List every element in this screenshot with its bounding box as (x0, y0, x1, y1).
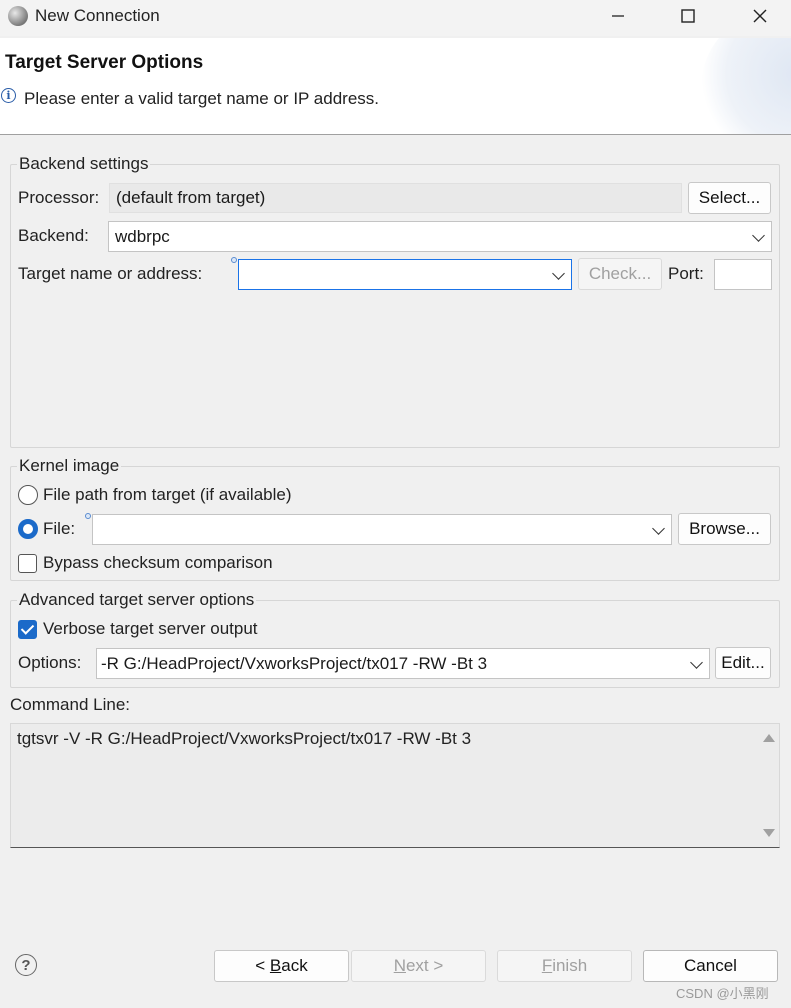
chevron-down-icon (552, 266, 565, 280)
maximize-icon (681, 9, 695, 23)
options-value: -R G:/HeadProject/VxworksProject/tx017 -… (101, 653, 488, 673)
page-title: Target Server Options (5, 52, 204, 73)
next-button-mnemonic: N (393, 956, 406, 975)
verbose-output-checkbox[interactable] (18, 620, 37, 639)
edit-options-button[interactable]: Edit... (715, 647, 771, 679)
port-label: Port: (668, 264, 704, 283)
advanced-options-legend: Advanced target server options (17, 590, 257, 610)
status-message: Please enter a valid target name or IP a… (24, 89, 379, 108)
scroll-down-icon[interactable] (763, 829, 775, 837)
port-input[interactable] (714, 259, 772, 290)
scroll-up-icon[interactable] (763, 734, 775, 742)
check-button[interactable]: Check... (578, 258, 662, 290)
back-button-mnemonic: B (269, 956, 282, 975)
next-button-label: ext > (405, 956, 444, 975)
finish-button[interactable]: Finish (497, 950, 632, 982)
minimize-button[interactable] (595, 0, 641, 32)
radio-file-label[interactable]: File: (43, 519, 75, 539)
finish-button-label: inish (552, 956, 588, 975)
command-line-scrollbar[interactable] (759, 724, 779, 847)
command-line-textarea[interactable]: tgtsvr -V -R G:/HeadProject/VxworksProje… (10, 723, 780, 848)
close-button[interactable] (737, 0, 783, 32)
browse-button[interactable]: Browse... (678, 513, 771, 545)
back-button-label: ack (281, 956, 308, 975)
info-icon: i (1, 88, 16, 103)
backend-settings-legend: Backend settings (17, 154, 151, 174)
finish-button-mnemonic: F (541, 956, 553, 975)
chevron-down-icon (690, 655, 703, 669)
radio-file-path-from-target-label[interactable]: File path from target (if available) (43, 485, 292, 505)
chevron-down-icon (652, 521, 665, 535)
chevron-down-icon (752, 228, 765, 242)
processor-field: (default from target) (109, 183, 682, 213)
radio-file[interactable] (18, 519, 38, 539)
select-processor-button[interactable]: Select... (688, 182, 771, 214)
next-button[interactable]: Next > (351, 950, 486, 982)
kernel-file-input[interactable] (92, 514, 672, 545)
backend-label: Backend: (18, 226, 89, 245)
target-address-label: Target name or address: (18, 264, 203, 283)
back-button-prefix: < (255, 956, 270, 975)
bypass-checksum-label[interactable]: Bypass checksum comparison (43, 553, 273, 573)
field-info-icon (85, 513, 91, 519)
backend-value: wdbrpc (115, 226, 170, 246)
bypass-checksum-checkbox[interactable] (18, 554, 37, 573)
backend-select[interactable]: wdbrpc (108, 221, 772, 252)
options-label: Options: (18, 653, 82, 672)
maximize-button[interactable] (665, 0, 711, 32)
back-button[interactable]: < Back (214, 950, 349, 982)
radio-file-path-from-target[interactable] (18, 485, 38, 505)
options-input[interactable]: -R G:/HeadProject/VxworksProject/tx017 -… (96, 648, 710, 679)
field-info-icon (231, 257, 237, 263)
banner-decoration (701, 38, 791, 134)
app-icon (8, 6, 28, 26)
command-line-label: Command Line: (10, 695, 131, 714)
kernel-image-legend: Kernel image (17, 456, 122, 476)
command-line-value: tgtsvr -V -R G:/HeadProject/VxworksProje… (17, 729, 472, 748)
target-address-input[interactable] (238, 259, 572, 290)
minimize-icon (612, 15, 624, 17)
window-title: New Connection (35, 6, 160, 25)
watermark: CSDN @小黑刚 (676, 986, 769, 1001)
cancel-button[interactable]: Cancel (643, 950, 778, 982)
help-icon[interactable]: ? (15, 954, 37, 976)
processor-value: (default from target) (116, 188, 266, 207)
processor-label: Processor: (18, 188, 100, 207)
close-icon (753, 9, 767, 23)
verbose-output-label[interactable]: Verbose target server output (43, 619, 258, 639)
